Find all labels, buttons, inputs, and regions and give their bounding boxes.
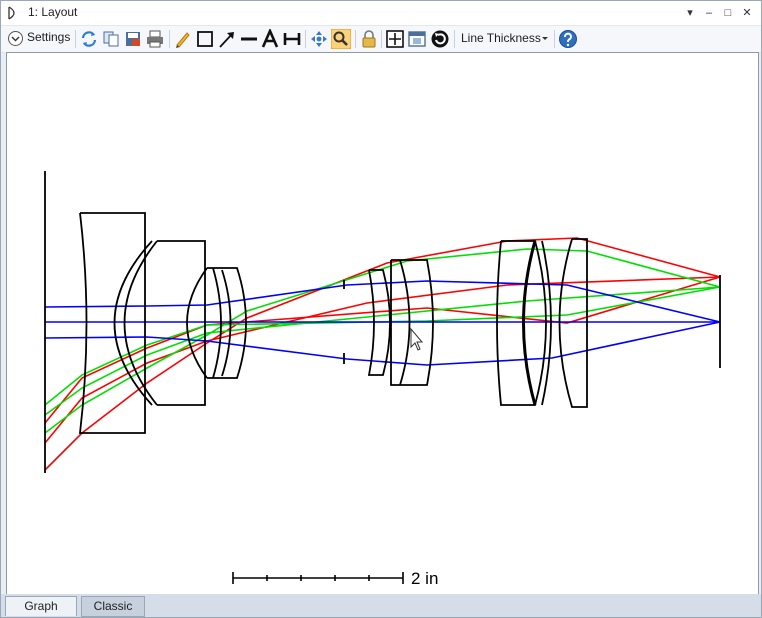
- toolbar-separator: [454, 30, 455, 48]
- toolbar: Settings Line Thickness: [1, 25, 761, 53]
- window-icon-glyph: [8, 6, 15, 20]
- lock-icon[interactable]: [359, 29, 379, 49]
- green-ray-bundle: [44, 248, 721, 434]
- refresh-icon[interactable]: [79, 29, 99, 49]
- toolbar-separator: [355, 30, 356, 48]
- lens-element-7: [496, 240, 547, 406]
- toolbar-separator: [381, 30, 382, 48]
- dimension-icon[interactable]: [282, 29, 302, 49]
- red-ray-bundle: [44, 237, 721, 471]
- close-button[interactable]: ✕: [739, 5, 755, 21]
- layout-plot-area[interactable]: 2 in: [6, 52, 759, 595]
- tab-graph[interactable]: Graph: [5, 596, 77, 616]
- chevron-down-icon[interactable]: [541, 36, 549, 42]
- window-icon[interactable]: [407, 29, 427, 49]
- lens-element-7-thick: [522, 240, 537, 406]
- tab-classic[interactable]: Classic: [81, 596, 145, 617]
- pan-icon[interactable]: [309, 29, 329, 49]
- toolbar-separator: [305, 30, 306, 48]
- arrow-icon[interactable]: [217, 29, 237, 49]
- layout-window: 1: Layout ▾ ‒ □ ✕ Settings Line Thicknes…: [0, 0, 762, 618]
- view-tab-bar: Graph Classic: [1, 594, 761, 617]
- rotate-icon[interactable]: [430, 29, 450, 49]
- toolbar-separator: [169, 30, 170, 48]
- lens-element-2: [113, 240, 153, 406]
- copy-icon[interactable]: [101, 29, 121, 49]
- toolbar-separator: [75, 30, 76, 48]
- fit-icon[interactable]: [385, 29, 405, 49]
- toolbar-separator: [554, 30, 555, 48]
- minimize-button[interactable]: ‒: [701, 5, 717, 21]
- settings-chevron-icon[interactable]: [7, 30, 24, 47]
- print-icon[interactable]: [145, 29, 165, 49]
- lens-element-3: [157, 240, 206, 406]
- window-menu-button[interactable]: ▾: [682, 5, 698, 21]
- window-title: 1: Layout: [28, 5, 78, 19]
- scale-bar: [232, 572, 404, 584]
- rectangle-icon[interactable]: [195, 29, 215, 49]
- maximize-button[interactable]: □: [720, 5, 736, 21]
- title-bar[interactable]: 1: Layout ▾ ‒ □ ✕: [1, 1, 761, 25]
- line-thickness-dropdown[interactable]: Line Thickness: [461, 31, 541, 45]
- cursor-pointer: [410, 327, 424, 351]
- help-icon[interactable]: [558, 29, 578, 49]
- save-icon[interactable]: [123, 29, 143, 49]
- layout-drawing[interactable]: 2 in: [7, 53, 758, 594]
- settings-button[interactable]: Settings: [27, 30, 70, 44]
- pencil-icon[interactable]: [173, 29, 193, 49]
- scale-bar-label: 2 in: [411, 569, 438, 588]
- zoom-icon[interactable]: [331, 29, 351, 49]
- text-icon[interactable]: [260, 29, 280, 49]
- line-icon[interactable]: [239, 29, 259, 49]
